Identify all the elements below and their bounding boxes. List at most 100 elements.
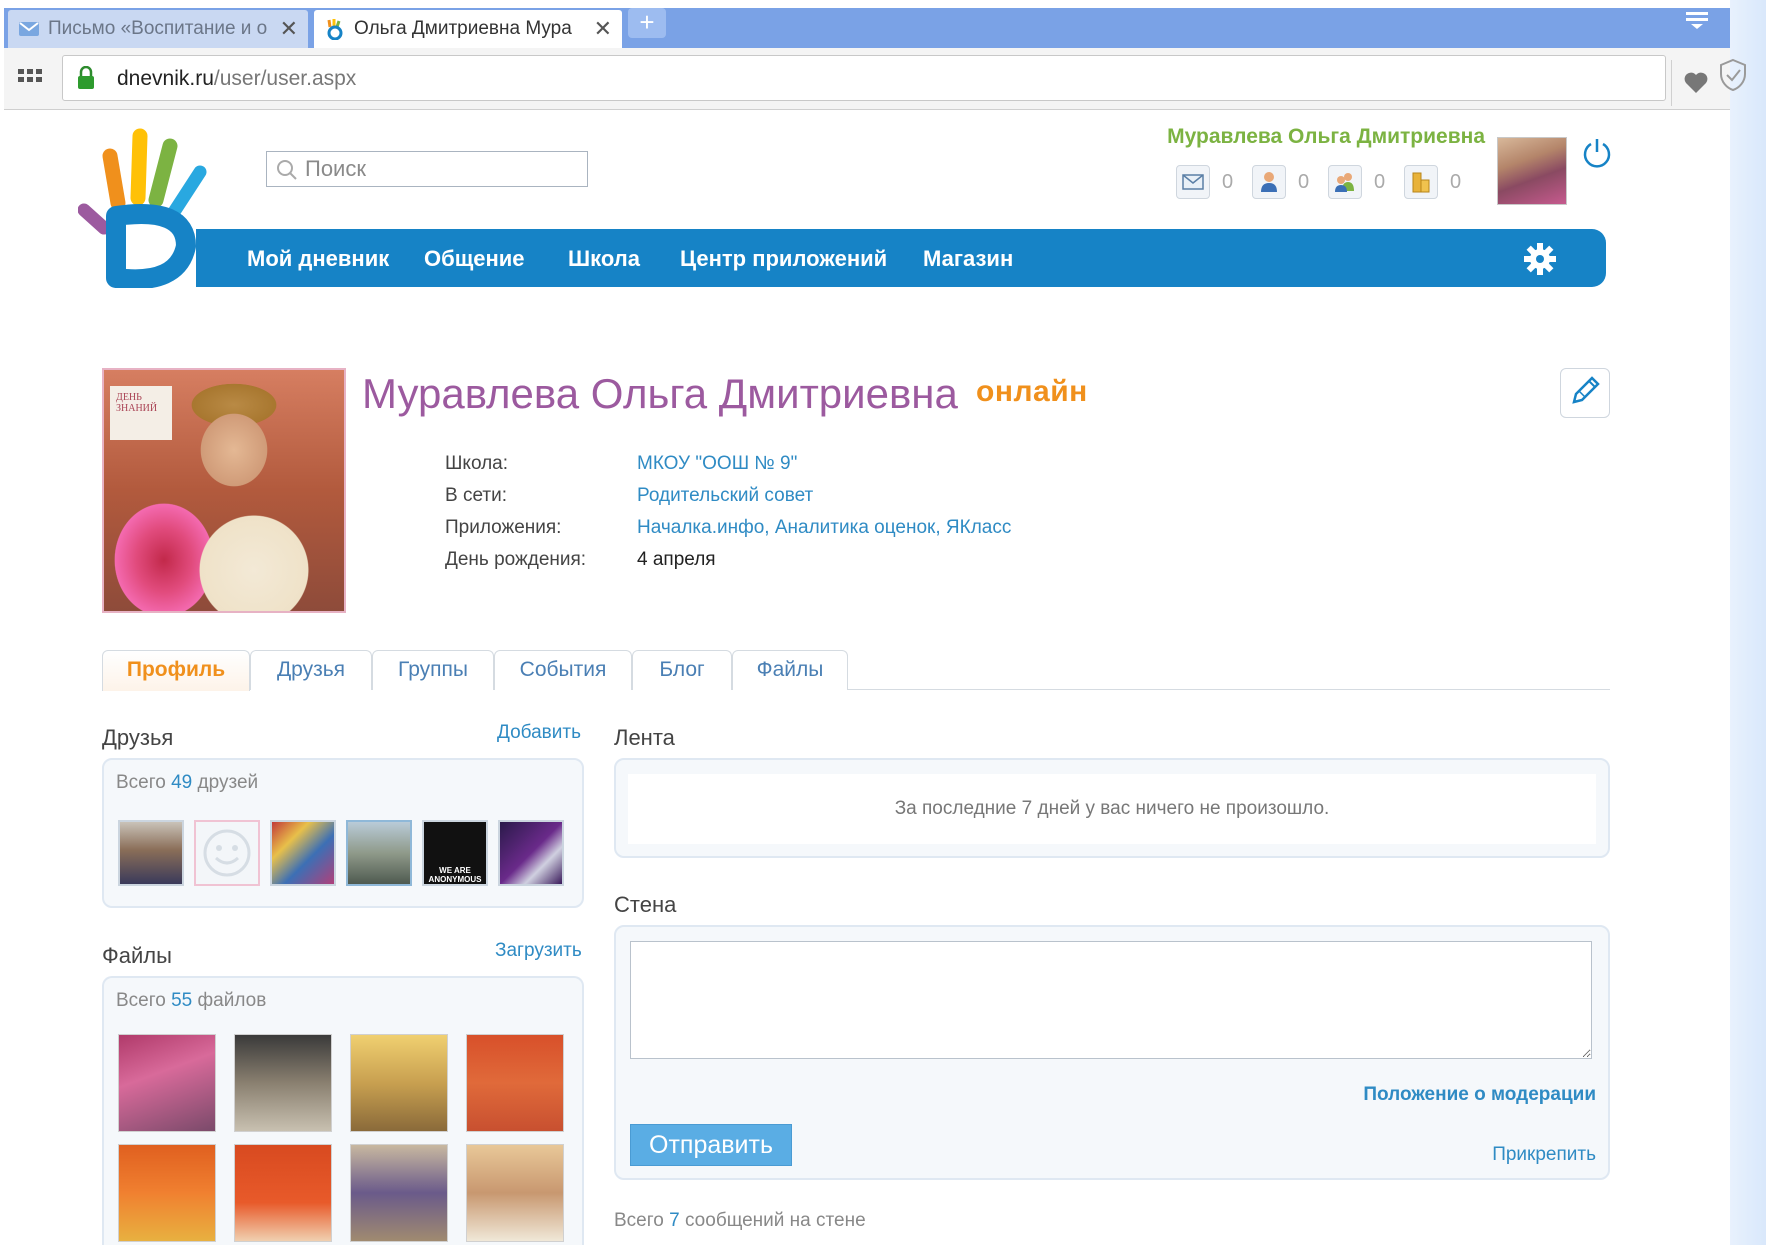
header-avatar[interactable] xyxy=(1497,137,1567,205)
tab-friends[interactable]: Друзья xyxy=(250,650,372,690)
shield-icon[interactable] xyxy=(1718,58,1748,97)
apps-grid-icon[interactable] xyxy=(18,68,42,90)
feed-title: Лента xyxy=(614,725,675,750)
edit-profile-button[interactable] xyxy=(1560,368,1610,418)
main-nav: Мой дневник Общение Школа Центр приложен… xyxy=(196,229,1606,287)
file-thumb[interactable] xyxy=(118,1034,216,1132)
lock-icon xyxy=(77,65,95,90)
coins-count: 0 xyxy=(1450,170,1462,193)
background-edge-right xyxy=(1730,0,1766,1245)
coins-icon xyxy=(1404,165,1438,199)
file-thumb[interactable] xyxy=(234,1034,332,1132)
friend-thumb[interactable] xyxy=(346,820,412,886)
new-tab-button[interactable]: + xyxy=(628,8,666,38)
search-input[interactable] xyxy=(305,155,575,183)
file-thumb[interactable] xyxy=(350,1144,448,1242)
header-user-name[interactable]: Муравлева Ольга Дмитриевна xyxy=(1100,125,1485,149)
profile-tabs: Профиль Друзья Группы События Блог Файлы xyxy=(102,650,1610,691)
envelope-icon xyxy=(1176,165,1210,199)
search-box xyxy=(266,151,588,187)
wall-count-link[interactable]: 7 xyxy=(669,1210,680,1231)
messages-count: 0 xyxy=(1222,170,1234,193)
messages-counter[interactable]: 0 xyxy=(1176,165,1242,199)
apps-links[interactable]: Началка.инфо, Аналитика оценок, ЯКласс xyxy=(637,517,1011,539)
nav-item-apps-center[interactable]: Центр приложений xyxy=(680,246,887,272)
files-count-link[interactable]: 55 xyxy=(171,990,192,1011)
search-icon xyxy=(275,159,299,186)
gear-icon[interactable] xyxy=(1522,241,1558,282)
coins-counter[interactable]: 0 xyxy=(1404,165,1470,199)
friend-thumb[interactable] xyxy=(498,820,564,886)
envelope-icon xyxy=(18,18,40,40)
total-prefix: Всего xyxy=(116,990,166,1011)
nav-item-my-diary[interactable]: Мой дневник xyxy=(247,246,389,272)
file-thumb[interactable] xyxy=(118,1144,216,1242)
photo-sign: ДЕНЬ ЗНАНИЙ xyxy=(110,386,172,440)
close-icon[interactable]: ✕ xyxy=(280,16,298,42)
browser-toolbar: dnevnik.ru/user/user.aspx xyxy=(4,48,1730,110)
friends-title: Друзья xyxy=(102,725,174,750)
online-status: онлайн xyxy=(976,375,1088,408)
friend-thumb-placeholder[interactable] xyxy=(194,820,260,886)
file-thumb[interactable] xyxy=(466,1034,564,1132)
wall-panel: Положение о модерации Отправить Прикрепи… xyxy=(614,925,1610,1180)
school-link[interactable]: МКОУ "ООШ № 9" xyxy=(637,453,797,475)
total-suffix: файлов xyxy=(197,990,267,1011)
nav-item-shop[interactable]: Магазин xyxy=(923,246,1013,272)
friends-count-link[interactable]: 49 xyxy=(171,772,192,793)
attach-link[interactable]: Прикрепить xyxy=(1492,1144,1596,1166)
tab-list-icon[interactable] xyxy=(1680,8,1714,34)
friends-total: Всего 49 друзей xyxy=(116,772,258,794)
friends-panel: Всего 49 друзей WE ARE ANONYMOUS xyxy=(102,758,584,908)
browser-tab-mail[interactable]: Письмо «Воспитание и о ✕ xyxy=(8,10,308,48)
groups-counter[interactable]: 0 xyxy=(1328,165,1394,199)
file-thumb[interactable] xyxy=(466,1144,564,1242)
tab-events[interactable]: События xyxy=(494,650,632,690)
friend-thumb[interactable] xyxy=(270,820,336,886)
tab-profile[interactable]: Профиль xyxy=(102,650,250,691)
file-thumb[interactable] xyxy=(234,1144,332,1242)
files-panel: Всего 55 файлов xyxy=(102,976,584,1245)
info-label: В сети: xyxy=(445,485,507,506)
info-label: Приложения: xyxy=(445,517,562,538)
tab-files[interactable]: Файлы xyxy=(732,650,848,690)
wall-message-count: Всего 7 сообщений на стене xyxy=(614,1210,866,1232)
friend-thumb[interactable] xyxy=(118,820,184,886)
count-prefix: Всего xyxy=(614,1210,664,1231)
wall-post-input[interactable] xyxy=(630,941,1592,1059)
upload-file-link[interactable]: Загрузить xyxy=(495,940,582,962)
power-icon[interactable] xyxy=(1580,136,1614,175)
groups-count: 0 xyxy=(1374,170,1386,193)
dnevnik-favicon-icon xyxy=(324,18,346,41)
network-link[interactable]: Родительский совет xyxy=(637,485,813,507)
tab-blog[interactable]: Блог xyxy=(632,650,732,690)
friend-thumb-anonymous[interactable]: WE ARE ANONYMOUS xyxy=(422,820,488,886)
friends-requests-count: 0 xyxy=(1298,170,1310,193)
info-label: Школа: xyxy=(445,453,509,474)
total-suffix: друзей xyxy=(197,772,259,793)
info-label: День рождения: xyxy=(445,549,587,570)
send-button[interactable]: Отправить xyxy=(630,1124,792,1166)
address-bar[interactable]: dnevnik.ru/user/user.aspx xyxy=(62,55,1707,106)
people-icon xyxy=(1328,165,1362,199)
browser-tab-label: Ольга Дмитриевна Мура xyxy=(354,18,572,39)
friends-requests-counter[interactable]: 0 xyxy=(1252,165,1318,199)
nav-item-school[interactable]: Школа xyxy=(568,246,640,272)
browser-tab-bar: Письмо «Воспитание и о ✕ Ольга Дмитриевн… xyxy=(4,8,1730,48)
moderation-policy-link[interactable]: Положение о модерации xyxy=(1363,1084,1596,1106)
tab-groups[interactable]: Группы xyxy=(372,650,494,690)
files-title: Файлы xyxy=(102,943,172,968)
url-text: dnevnik.ru/user/user.aspx xyxy=(117,67,356,91)
birthday-value: 4 апреля xyxy=(637,549,716,570)
feed-panel: За последние 7 дней у вас ничего не прои… xyxy=(614,758,1610,858)
browser-tab-profile[interactable]: Ольга Дмитриевна Мура ✕ xyxy=(314,10,622,48)
file-thumb[interactable] xyxy=(350,1034,448,1132)
close-icon[interactable]: ✕ xyxy=(594,16,612,42)
person-icon xyxy=(1252,165,1286,199)
add-friend-link[interactable]: Добавить xyxy=(497,722,581,744)
nav-item-communication[interactable]: Общение xyxy=(424,246,525,272)
heart-icon[interactable] xyxy=(1671,60,1719,106)
wall-title: Стена xyxy=(614,892,677,917)
header-counters: 0 0 0 0 xyxy=(1176,165,1480,199)
profile-photo[interactable]: ДЕНЬ ЗНАНИЙ xyxy=(102,368,346,613)
